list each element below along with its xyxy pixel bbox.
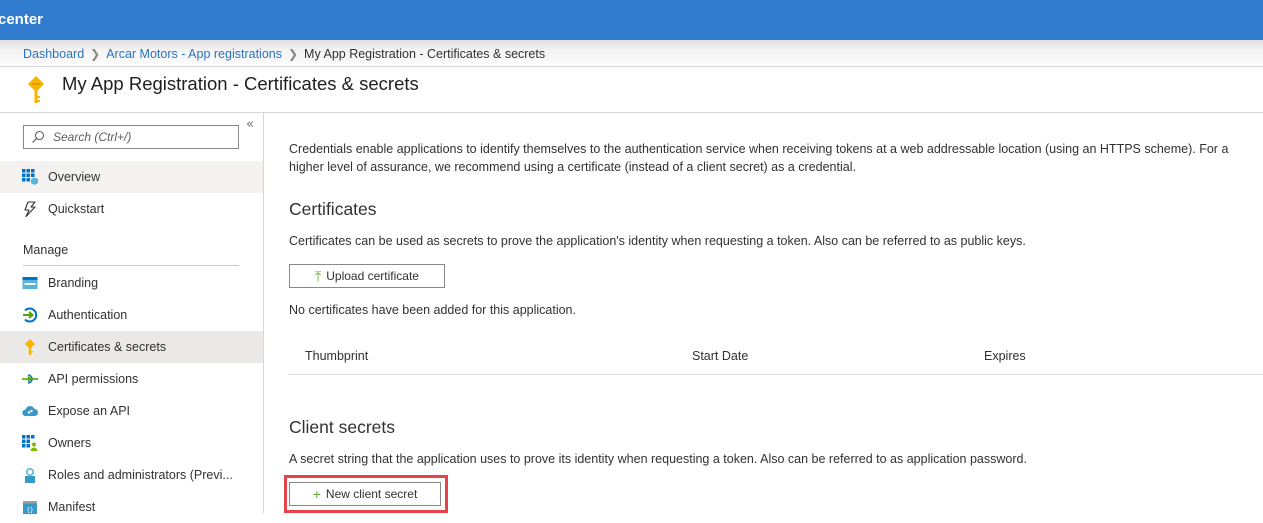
upload-certificate-label: Upload certificate <box>326 269 419 283</box>
credentials-intro: Credentials enable applications to ident… <box>289 142 1229 174</box>
client-secrets-heading: Client secrets <box>289 417 396 437</box>
sidebar-item-label: Manifest <box>48 500 96 514</box>
breadcrumb-separator: ❯ <box>287 47 299 61</box>
menu-search-input[interactable] <box>53 129 233 145</box>
new-client-secret-label: New client secret <box>325 487 418 501</box>
key-icon <box>25 339 35 355</box>
page-header: My App Registration - Certificates & sec… <box>0 67 1263 113</box>
sidebar-item-branding[interactable]: Branding <box>0 267 263 299</box>
sidebar-item-roles-administrators[interactable]: Roles and administrators (Previ... <box>0 459 263 491</box>
breadcrumb-app-registrations[interactable]: Arcar Motors - App registrations <box>106 47 282 61</box>
sidebar-item-label: Quickstart <box>48 202 105 216</box>
new-client-secret-button[interactable]: + New client secret <box>289 482 441 506</box>
api-permissions-icon <box>22 374 38 384</box>
sidebar-item-api-permissions[interactable]: API permissions <box>0 363 263 395</box>
breadcrumb-separator: ❯ <box>90 47 101 61</box>
sidebar-item-overview[interactable]: Overview <box>0 161 263 193</box>
sidebar-item-label: Expose an API <box>48 404 131 418</box>
certificates-empty-message: No certificates have been added for this… <box>289 303 576 317</box>
sidebar-item-expose-api[interactable]: Expose an API <box>0 395 263 427</box>
upload-icon: ⤒ <box>315 268 322 284</box>
sidebar-item-label: Roles and administrators (Previ... <box>48 468 233 482</box>
branding-www-icon <box>22 277 38 289</box>
breadcrumb: Dashboard ❯ Arcar Motors - App registratio… <box>23 47 545 61</box>
certificates-table-header: Thumbprint Start Date Expires <box>289 338 1263 375</box>
search-icon <box>32 130 45 143</box>
main-content: Credentials enable applications to ident… <box>284 113 1263 513</box>
breadcrumb-dashboard[interactable]: Dashboard <box>23 47 84 61</box>
owners-icon <box>22 435 38 451</box>
column-start-date[interactable]: Start Date <box>692 349 748 363</box>
sidebar-item-manifest[interactable]: {} Manifest <box>0 491 263 523</box>
column-expires[interactable]: Expires <box>984 349 1026 363</box>
breadcrumb-current: My App Registration - Certificates & sec… <box>304 47 546 61</box>
key-icon <box>28 76 44 103</box>
certificates-description: Certificates can be used as secrets to p… <box>289 234 1026 248</box>
sidebar-item-label: Branding <box>48 276 99 290</box>
lightning-icon <box>24 201 36 217</box>
portal-header: center <box>0 0 1263 40</box>
plus-icon: + <box>312 486 321 502</box>
sidebar-item-label: Authentication <box>48 308 128 322</box>
authentication-icon <box>23 307 38 323</box>
menu-search[interactable] <box>23 125 239 149</box>
page-title: My App Registration - Certificates & sec… <box>62 73 419 94</box>
sidebar-item-authentication[interactable]: Authentication <box>0 299 263 331</box>
upload-certificate-button[interactable]: ⤒ Upload certificate <box>289 264 445 288</box>
breadcrumb-bar: Dashboard ❯ Arcar Motors - App registratio… <box>0 40 1263 67</box>
sidebar-item-owners[interactable]: Owners <box>0 427 263 459</box>
sidebar-item-quickstart[interactable]: Quickstart <box>0 193 263 225</box>
column-thumbprint[interactable]: Thumbprint <box>305 349 368 363</box>
collapse-menu-icon[interactable]: « <box>246 117 254 132</box>
sidebar-group-manage: Manage <box>23 243 69 257</box>
sidebar-item-label: Overview <box>48 170 101 184</box>
sidebar-item-label: API permissions <box>48 372 139 386</box>
overview-grid-icon <box>22 169 38 185</box>
roles-icon <box>25 468 35 483</box>
portal-brand[interactable]: center <box>0 11 43 28</box>
sidebar-item-label: Owners <box>48 436 92 450</box>
sidebar-item-label: Certificates & secrets <box>48 340 167 354</box>
sidebar-divider <box>23 265 239 266</box>
cloud-icon <box>22 406 38 416</box>
certificates-heading: Certificates <box>289 199 377 219</box>
sidebar-item-certificates-secrets[interactable]: Certificates & secrets <box>0 331 263 363</box>
client-secrets-description: A secret string that the application use… <box>289 452 1027 466</box>
resource-menu: « Overview Quickstart Manage Branding <box>0 113 264 514</box>
